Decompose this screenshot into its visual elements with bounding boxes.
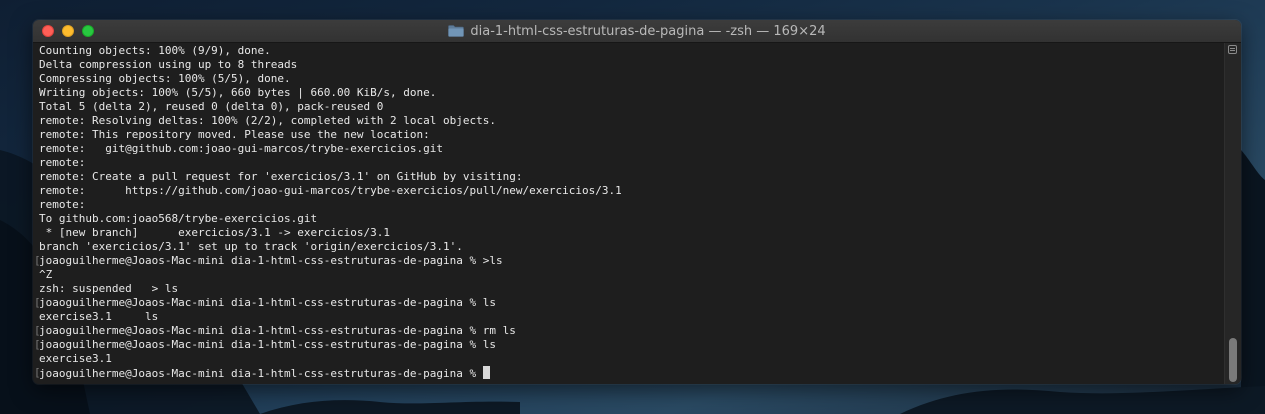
terminal-line: [joaoguilherme@Joaos-Mac-mini dia-1-html… <box>34 338 1231 352</box>
terminal-line-text: branch 'exercicios/3.1' set up to track … <box>39 240 463 253</box>
terminal-line-text: * [new branch] exercicios/3.1 -> exercic… <box>39 226 390 239</box>
terminal-line-text: remote: This repository moved. Please us… <box>39 128 430 141</box>
terminal-line: [joaoguilherme@Joaos-Mac-mini dia-1-html… <box>34 296 1231 310</box>
terminal-output[interactable]: Counting objects: 100% (9/9), done. Delta… <box>33 43 1231 384</box>
terminal-line: Compressing objects: 100% (5/5), done. <box>39 72 1217 86</box>
terminal-line: branch 'exercicios/3.1' set up to track … <box>39 240 1217 254</box>
terminal-line: Writing objects: 100% (5/5), 660 bytes |… <box>39 86 1217 100</box>
window-title: dia-1-html-css-estruturas-de-pagina — -z… <box>470 23 826 39</box>
terminal-line: remote: Resolving deltas: 100% (2/2), co… <box>39 114 1217 128</box>
title-bar[interactable]: dia-1-html-css-estruturas-de-pagina — -z… <box>33 20 1241 43</box>
terminal-line-text: joaoguilherme@Joaos-Mac-mini dia-1-html-… <box>39 367 483 380</box>
terminal-window: dia-1-html-css-estruturas-de-pagina — -z… <box>33 20 1241 384</box>
terminal-line: remote: git@github.com:joao-gui-marcos/t… <box>39 142 1217 156</box>
terminal-line: exercise3.1 <box>39 352 1217 366</box>
prompt-mark-left: [ <box>34 254 41 267</box>
terminal-line-text: joaoguilherme@Joaos-Mac-mini dia-1-html-… <box>39 324 516 337</box>
terminal-line-text: zsh: suspended > ls <box>39 282 179 295</box>
terminal-line: Counting objects: 100% (9/9), done. <box>39 44 1217 58</box>
terminal-line: Delta compression using up to 8 threads <box>39 58 1217 72</box>
terminal-line-text: ^Z <box>39 268 53 281</box>
folder-icon <box>448 25 465 37</box>
terminal-line-text: remote: <box>39 198 86 211</box>
scroll-thumb[interactable] <box>1229 338 1237 382</box>
prompt-mark-left: [ <box>34 296 41 309</box>
terminal-prompt-line: [joaoguilherme@Joaos-Mac-mini dia-1-html… <box>34 366 1231 380</box>
terminal-line-text: joaoguilherme@Joaos-Mac-mini dia-1-html-… <box>39 296 496 309</box>
terminal-line-text: Writing objects: 100% (5/5), 660 bytes |… <box>39 86 437 99</box>
terminal-line: remote: This repository moved. Please us… <box>39 128 1217 142</box>
terminal-line-text: remote: https://github.com/joao-gui-marc… <box>39 184 622 197</box>
terminal-line-text: exercise3.1 <box>39 352 112 365</box>
text-cursor <box>482 366 490 379</box>
split-pane-icon[interactable] <box>1228 45 1237 54</box>
terminal-line: remote: <box>39 198 1217 212</box>
terminal-line: exercise3.1 ls <box>39 310 1217 324</box>
terminal-line-text: Delta compression using up to 8 threads <box>39 58 298 71</box>
terminal-line: * [new branch] exercicios/3.1 -> exercic… <box>39 226 1217 240</box>
terminal-line: remote: Create a pull request for 'exerc… <box>39 170 1217 184</box>
prompt-mark-left: [ <box>34 338 41 351</box>
terminal-line: ^Z <box>39 268 1217 282</box>
terminal-line-text: exercise3.1 ls <box>39 310 159 323</box>
terminal-line-text: joaoguilherme@Joaos-Mac-mini dia-1-html-… <box>39 338 496 351</box>
terminal-line-text: remote: Resolving deltas: 100% (2/2), co… <box>39 114 496 127</box>
terminal-line-text: remote: Create a pull request for 'exerc… <box>39 170 523 183</box>
terminal-line-text: remote: git@github.com:joao-gui-marcos/t… <box>39 142 443 155</box>
terminal-line-text: Compressing objects: 100% (5/5), done. <box>39 72 291 85</box>
terminal-line-text: remote: <box>39 156 86 169</box>
prompt-mark-left: [ <box>34 366 41 379</box>
terminal-line: Total 5 (delta 2), reused 0 (delta 0), p… <box>39 100 1217 114</box>
vertical-scrollbar[interactable] <box>1224 43 1241 384</box>
prompt-mark-left: [ <box>34 324 41 337</box>
terminal-line-text: To github.com:joao568/trybe-exercicios.g… <box>39 212 318 225</box>
terminal-line: To github.com:joao568/trybe-exercicios.g… <box>39 212 1217 226</box>
terminal-line: zsh: suspended > ls <box>39 282 1217 296</box>
terminal-line-text: Total 5 (delta 2), reused 0 (delta 0), p… <box>39 100 384 113</box>
terminal-line: remote: <box>39 156 1217 170</box>
terminal-line: [joaoguilherme@Joaos-Mac-mini dia-1-html… <box>34 324 1231 338</box>
terminal-line-text: joaoguilherme@Joaos-Mac-mini dia-1-html-… <box>39 254 503 267</box>
terminal-line: remote: https://github.com/joao-gui-marc… <box>39 184 1217 198</box>
terminal-line-text: Counting objects: 100% (9/9), done. <box>39 44 271 57</box>
window-title-container: dia-1-html-css-estruturas-de-pagina — -z… <box>33 20 1241 42</box>
terminal-line: [joaoguilherme@Joaos-Mac-mini dia-1-html… <box>34 254 1231 268</box>
